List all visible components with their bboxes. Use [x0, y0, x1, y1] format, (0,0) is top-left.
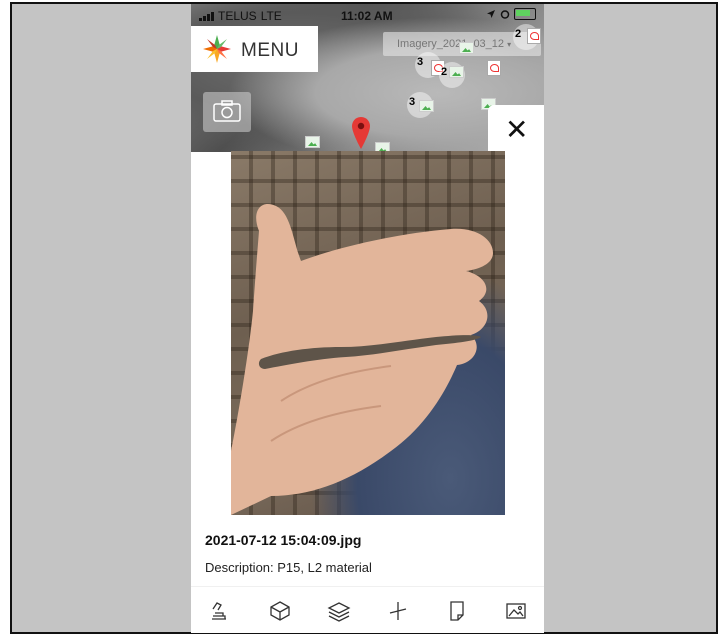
pdf-marker-icon[interactable]	[487, 60, 501, 76]
cluster-count: 2	[441, 66, 448, 78]
chevron-down-icon: ▾	[507, 40, 512, 49]
document-button[interactable]	[445, 599, 469, 623]
network-type: LTE	[260, 9, 282, 23]
status-icons	[486, 8, 536, 20]
menu-button[interactable]: MENU	[191, 26, 318, 72]
photo-filename: 2021-07-12 15:04:09.jpg	[205, 532, 362, 548]
signal-icon	[199, 11, 214, 21]
battery-icon	[514, 8, 536, 20]
image-marker-icon[interactable]	[459, 42, 474, 54]
3d-view-button[interactable]	[268, 599, 292, 623]
carrier-name: TELUS	[218, 9, 257, 23]
image-marker-icon[interactable]	[305, 136, 320, 148]
photo-preview[interactable]	[231, 151, 505, 515]
add-point-button[interactable]	[386, 599, 410, 623]
bottom-toolbar	[191, 586, 544, 633]
pdf-marker-icon[interactable]	[527, 28, 541, 44]
document-icon	[450, 601, 464, 621]
location-arrow-icon	[487, 10, 495, 18]
close-button[interactable]: ✕	[488, 105, 544, 153]
app-logo-icon	[203, 35, 231, 63]
cluster-count: 3	[409, 96, 416, 108]
alarm-icon	[500, 10, 510, 19]
plus-crosshair-icon	[389, 602, 407, 620]
image-icon	[506, 603, 526, 619]
imagery-select-label: Imagery_2021_03_12	[397, 38, 505, 50]
cluster-count: 3	[417, 56, 424, 68]
image-marker-icon[interactable]	[419, 100, 434, 112]
status-bar: TELUS LTE 11:02 AM	[191, 4, 544, 26]
phone-screen: TELUS LTE 11:02 AM MENU Imagery_2021_03_…	[191, 4, 544, 633]
camera-button[interactable]	[203, 92, 251, 132]
camera-icon	[213, 100, 241, 122]
excavator-icon	[212, 602, 226, 620]
excavator-button[interactable]	[209, 599, 233, 623]
carrier-info: TELUS LTE	[199, 9, 282, 23]
close-icon: ✕	[505, 114, 529, 145]
layers-button[interactable]	[327, 599, 351, 623]
cluster-count: 2	[515, 28, 522, 40]
location-pin-icon[interactable]	[351, 116, 371, 150]
layers-icon	[327, 602, 351, 622]
image-marker-icon[interactable]	[449, 66, 464, 78]
image-gallery-button[interactable]	[504, 599, 528, 623]
box-3d-icon	[270, 601, 290, 621]
map-view[interactable]: TELUS LTE 11:02 AM MENU Imagery_2021_03_…	[191, 4, 544, 154]
hand-photo-image	[231, 204, 493, 515]
status-time: 11:02 AM	[341, 9, 393, 23]
photo-description: Description: P15, L2 material	[205, 560, 372, 575]
menu-label: MENU	[241, 40, 299, 61]
